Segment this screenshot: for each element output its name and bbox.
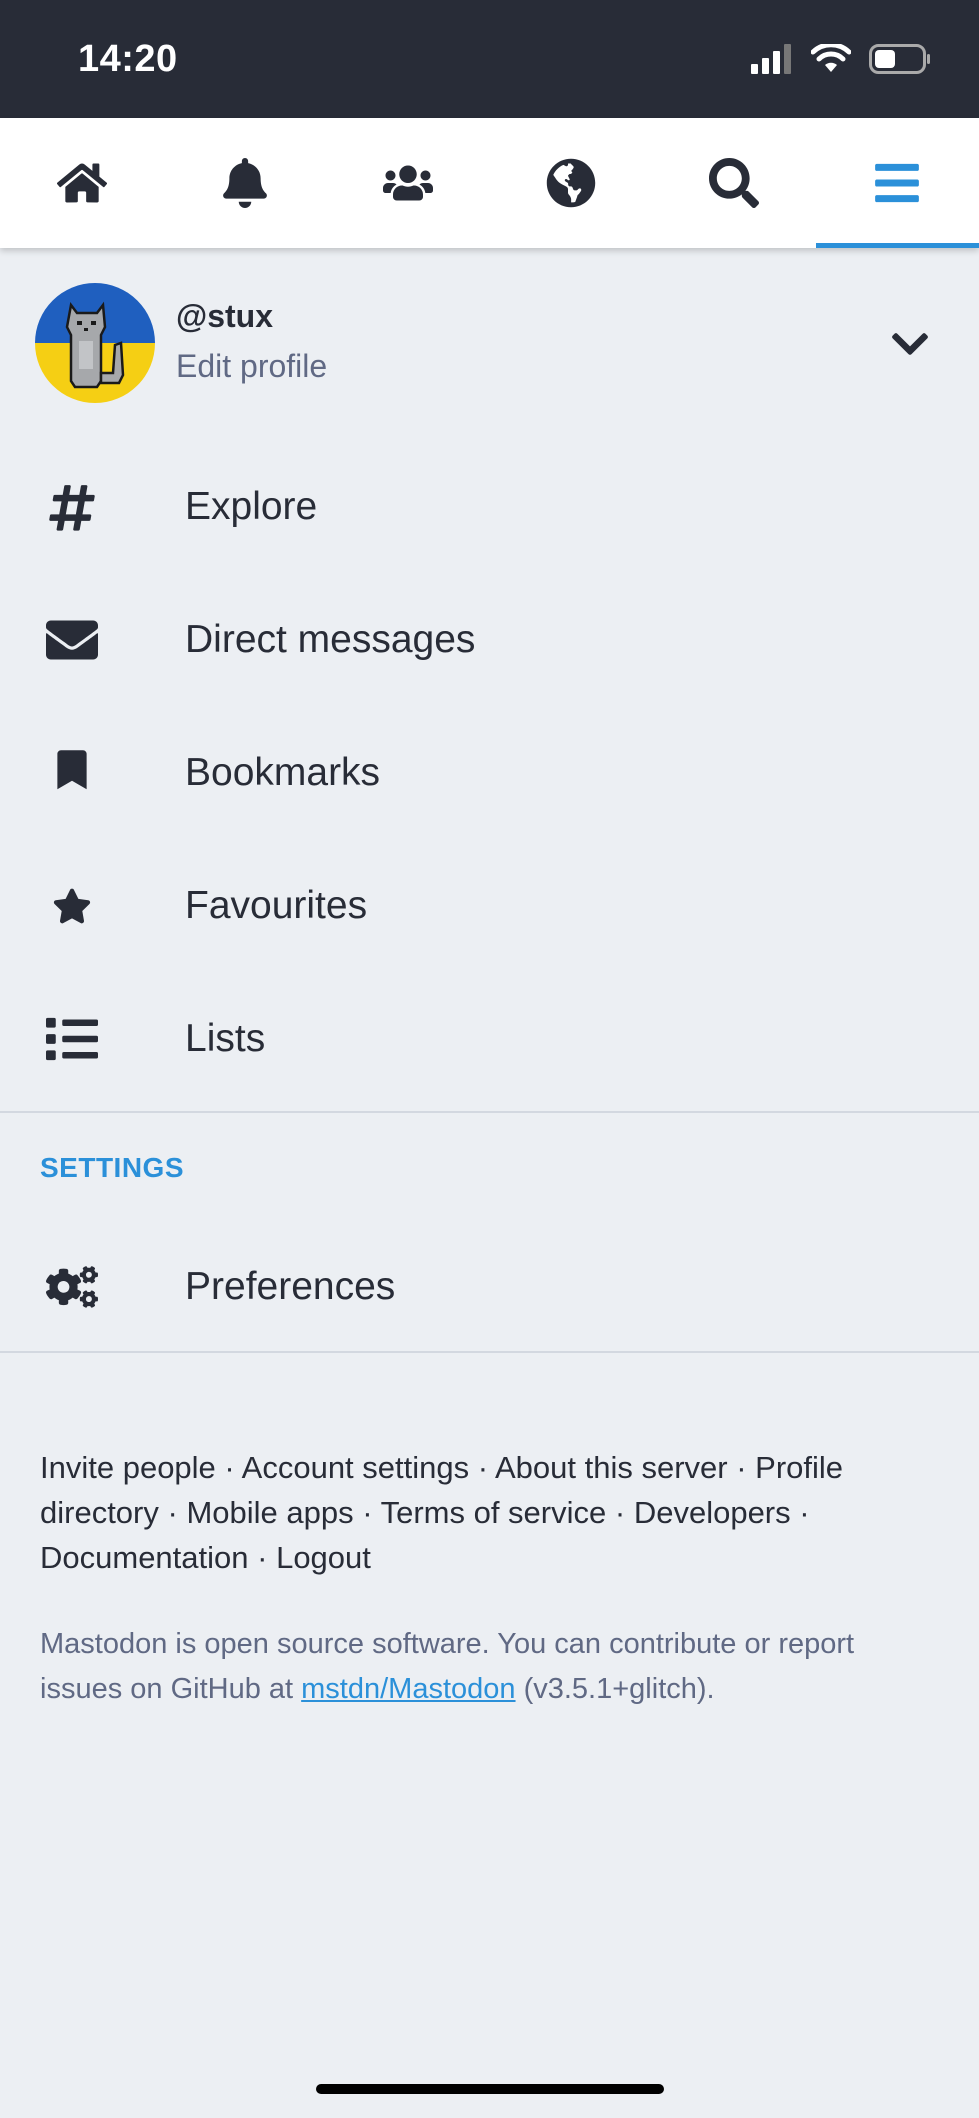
account-settings-link[interactable]: Account settings (242, 1450, 469, 1485)
wifi-icon (811, 44, 851, 72)
invite-people-link[interactable]: Invite people (40, 1450, 216, 1485)
menu-item-preferences[interactable]: Preferences (0, 1223, 979, 1351)
documentation-link[interactable]: Documentation (40, 1540, 249, 1575)
menu-item-explore[interactable]: Explore (0, 440, 979, 573)
status-bar: 14:20 (0, 0, 979, 118)
mobile-apps-link[interactable]: Mobile apps (186, 1495, 353, 1530)
developers-link[interactable]: Developers (634, 1495, 791, 1530)
envelope-icon (44, 612, 100, 668)
link-separator: · (248, 1540, 277, 1575)
tab-notifications[interactable] (163, 118, 326, 248)
tab-search[interactable] (653, 118, 816, 248)
menu-item-lists[interactable]: Lists (0, 972, 979, 1105)
bars-icon (875, 163, 920, 203)
settings-heading: SETTINGS (40, 1152, 185, 1183)
menu-item-direct-messages[interactable]: Direct messages (0, 573, 979, 706)
avatar[interactable] (35, 283, 155, 403)
hashtag-icon (44, 479, 100, 535)
repo-link[interactable]: mstdn/Mastodon (301, 1673, 515, 1705)
logout-link[interactable]: Logout (276, 1540, 371, 1575)
menu-item-label: Preferences (185, 1265, 396, 1308)
divider (0, 1351, 979, 1353)
link-separator: · (353, 1495, 381, 1530)
tab-federated[interactable] (490, 118, 653, 248)
link-separator: · (790, 1495, 810, 1530)
bell-icon (222, 158, 267, 208)
chevron-down-icon[interactable] (889, 323, 931, 365)
menu-item-label: Bookmarks (185, 750, 381, 794)
globe-icon (546, 158, 596, 208)
cat-avatar-image (35, 283, 155, 403)
tab-local[interactable] (326, 118, 489, 248)
list-icon (44, 1011, 100, 1067)
terms-of-service-link[interactable]: Terms of service (381, 1495, 607, 1530)
star-icon (44, 878, 100, 934)
about-server-link[interactable]: About this server (495, 1450, 728, 1485)
menu-item-label: Favourites (185, 883, 368, 927)
bookmark-icon (44, 745, 100, 801)
home-icon (56, 163, 107, 203)
link-separator: · (727, 1450, 756, 1485)
signal-icon (751, 44, 791, 74)
tab-menu[interactable] (815, 118, 979, 248)
version-text: (v3.5.1+glitch). (515, 1673, 715, 1705)
link-separator: · (215, 1450, 242, 1485)
edit-profile-link[interactable]: Edit profile (176, 348, 327, 385)
status-icons (751, 44, 931, 74)
footer-note: Mastodon is open source software. You ca… (40, 1622, 940, 1712)
menu-item-label: Direct messages (185, 617, 476, 661)
menu-item-label: Explore (185, 484, 318, 528)
users-icon (382, 165, 433, 201)
battery-icon (869, 44, 930, 74)
cogs-icon (44, 1259, 100, 1315)
menu-item-favourites[interactable]: Favourites (0, 839, 979, 972)
tab-bar (0, 118, 979, 248)
search-icon (709, 158, 760, 208)
link-separator: · (158, 1495, 187, 1530)
link-separator: · (469, 1450, 495, 1485)
account-handle[interactable]: @stux (176, 298, 273, 335)
account-header: @stux Edit profile (0, 248, 979, 438)
home-indicator[interactable] (316, 2084, 664, 2094)
link-separator: · (606, 1495, 634, 1530)
menu-item-label: Lists (185, 1016, 266, 1060)
tab-home[interactable] (0, 118, 163, 248)
navigation-menu: Explore Direct messages Bookmarks Favour… (0, 440, 979, 1353)
footer-links: Invite people · Account settings · About… (40, 1445, 940, 1580)
status-time: 14:20 (78, 38, 178, 80)
menu-item-bookmarks[interactable]: Bookmarks (0, 706, 979, 839)
